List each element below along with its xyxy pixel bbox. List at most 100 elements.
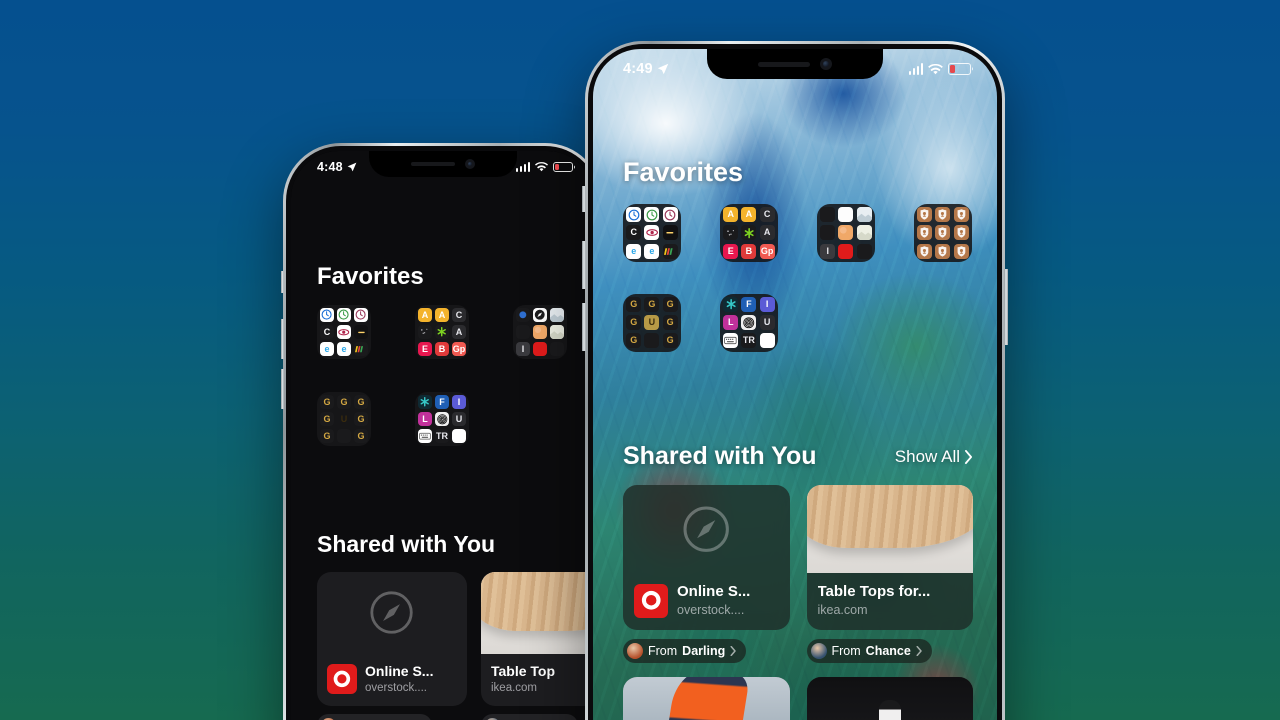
letter-g-icon[interactable]: G	[626, 333, 642, 349]
folder-clocks[interactable]: Cee	[623, 204, 681, 262]
letter-g-icon[interactable]: G	[354, 412, 368, 426]
crest-icon[interactable]	[935, 243, 951, 259]
letter-a-icon[interactable]: A	[435, 308, 449, 322]
from-sender-pill[interactable]: FromDarling	[317, 714, 433, 720]
empty-tile-icon[interactable]	[856, 243, 872, 259]
clock-icon[interactable]	[337, 308, 351, 322]
letter-b-icon[interactable]: B	[435, 342, 449, 356]
letter-e-icon[interactable]: e	[337, 342, 351, 356]
dash-circle-icon[interactable]	[354, 325, 368, 339]
empty-tile-icon[interactable]	[337, 429, 351, 443]
crest-icon[interactable]	[935, 225, 951, 241]
empty-tile-icon[interactable]	[644, 333, 660, 349]
letter-g-icon[interactable]: G	[320, 412, 334, 426]
crest-icon[interactable]	[953, 207, 969, 223]
white-tile-icon[interactable]	[452, 429, 466, 443]
volume-down-button[interactable]	[582, 303, 586, 351]
letter-u-icon[interactable]: U	[759, 315, 775, 331]
letter-u-icon[interactable]: U	[644, 315, 660, 331]
letter-g-icon[interactable]: G	[354, 395, 368, 409]
card-kite[interactable]	[623, 677, 790, 720]
letters-tr-icon[interactable]: TR	[435, 429, 449, 443]
eye-icon[interactable]	[337, 325, 351, 339]
letter-f-icon[interactable]: F	[435, 395, 449, 409]
letter-l-icon[interactable]: L	[723, 315, 739, 331]
clock-icon[interactable]	[644, 207, 660, 223]
letter-e-icon[interactable]: e	[320, 342, 334, 356]
clock-icon[interactable]	[626, 207, 642, 223]
folder-letters-a[interactable]: A A C A E B Gp	[720, 204, 778, 262]
sparkle-icon[interactable]	[418, 325, 432, 339]
letter-e-icon[interactable]: E	[723, 243, 739, 259]
from-sender-pill[interactable]: From Chance	[806, 639, 933, 663]
folder-brown-grid[interactable]	[914, 204, 972, 262]
crest-icon[interactable]	[917, 243, 933, 259]
folder-gold-g[interactable]: GGGGUGGG	[623, 293, 681, 352]
cream-tile-icon[interactable]	[856, 225, 872, 241]
letter-c-icon[interactable]: C	[320, 325, 334, 339]
folder-mixed[interactable]: F I L U TR	[415, 392, 469, 446]
clock-icon[interactable]	[354, 308, 368, 322]
letter-b-icon[interactable]: B	[741, 243, 757, 259]
letter-a-icon[interactable]: A	[418, 308, 432, 322]
white-tile-icon[interactable]	[759, 333, 775, 349]
letter-a-icon[interactable]: A	[452, 325, 466, 339]
clock-icon[interactable]	[662, 207, 678, 223]
letter-g-icon[interactable]: G	[320, 395, 334, 409]
letter-g-icon[interactable]: G	[626, 315, 642, 331]
crest-icon[interactable]	[953, 225, 969, 241]
pale-tile-icon[interactable]	[550, 308, 564, 322]
letter-u-icon[interactable]: U	[337, 412, 351, 426]
empty-tile-icon[interactable]	[550, 342, 564, 356]
card-ikea[interactable]: Table Top ikea.com FromCha	[481, 572, 595, 720]
folder-white-tiles[interactable]: I	[513, 305, 567, 359]
asterisk-icon[interactable]	[418, 395, 432, 409]
spiral-icon[interactable]	[741, 315, 757, 331]
compass-needle-icon[interactable]	[533, 308, 547, 322]
eye-icon[interactable]	[644, 225, 660, 241]
letter-g-icon[interactable]: G	[662, 333, 678, 349]
letter-i-icon[interactable]: I	[452, 395, 466, 409]
letter-e-icon[interactable]: E	[418, 342, 432, 356]
letter-g-icon[interactable]: G	[662, 296, 678, 312]
shared-card[interactable]	[806, 677, 973, 720]
rainbow-bars-icon[interactable]	[354, 342, 368, 356]
shared-card[interactable]: Table Tops for... ikea.com	[806, 485, 973, 630]
letter-g-icon[interactable]: G	[354, 429, 368, 443]
asterisk-icon[interactable]	[741, 225, 757, 241]
empty-tile-icon[interactable]	[516, 325, 530, 339]
folder-white-tiles[interactable]: I	[817, 204, 875, 262]
spiral-icon[interactable]	[435, 412, 449, 426]
letters-gp-icon[interactable]: Gp	[452, 342, 466, 356]
orange-circle-icon[interactable]	[533, 325, 547, 339]
white-tile-icon[interactable]	[838, 207, 854, 223]
card-ikea[interactable]: Table Tops for... ikea.com From Chance	[806, 485, 973, 663]
folder-clocks[interactable]: Cee	[317, 305, 371, 359]
letter-i-icon[interactable]: I	[820, 243, 836, 259]
volume-up-button[interactable]	[582, 241, 586, 289]
folder-mixed[interactable]: F I L U TR	[720, 293, 778, 352]
red-tile-icon[interactable]	[533, 342, 547, 356]
letter-g-icon[interactable]: G	[320, 429, 334, 443]
asterisk-icon[interactable]	[723, 296, 739, 312]
letter-e-icon[interactable]: e	[644, 243, 660, 259]
empty-tile-icon[interactable]	[820, 225, 836, 241]
folder-gold-g[interactable]: GGGGUGGG	[317, 392, 371, 446]
letter-g-icon[interactable]: G	[644, 296, 660, 312]
blue-dot-icon[interactable]	[516, 308, 530, 322]
sparkle-icon[interactable]	[723, 225, 739, 241]
shared-card[interactable]: Table Top ikea.com	[481, 572, 595, 707]
asterisk-icon[interactable]	[435, 325, 449, 339]
folder-letters-a[interactable]: A A C A E B Gp	[415, 305, 469, 359]
letter-a-icon[interactable]: A	[723, 207, 739, 223]
crest-icon[interactable]	[953, 243, 969, 259]
show-all-button[interactable]: Show All	[895, 447, 973, 467]
letter-c-icon[interactable]: C	[759, 207, 775, 223]
crest-icon[interactable]	[917, 225, 933, 241]
mute-switch[interactable]	[281, 271, 284, 293]
shared-card[interactable]: Online S... overstock....	[623, 485, 790, 630]
letter-e-icon[interactable]: e	[626, 243, 642, 259]
rainbow-bars-icon[interactable]	[662, 243, 678, 259]
letter-i-icon[interactable]: I	[759, 296, 775, 312]
card-overstock[interactable]: Online S... overstock.... FromDarling	[317, 572, 467, 720]
